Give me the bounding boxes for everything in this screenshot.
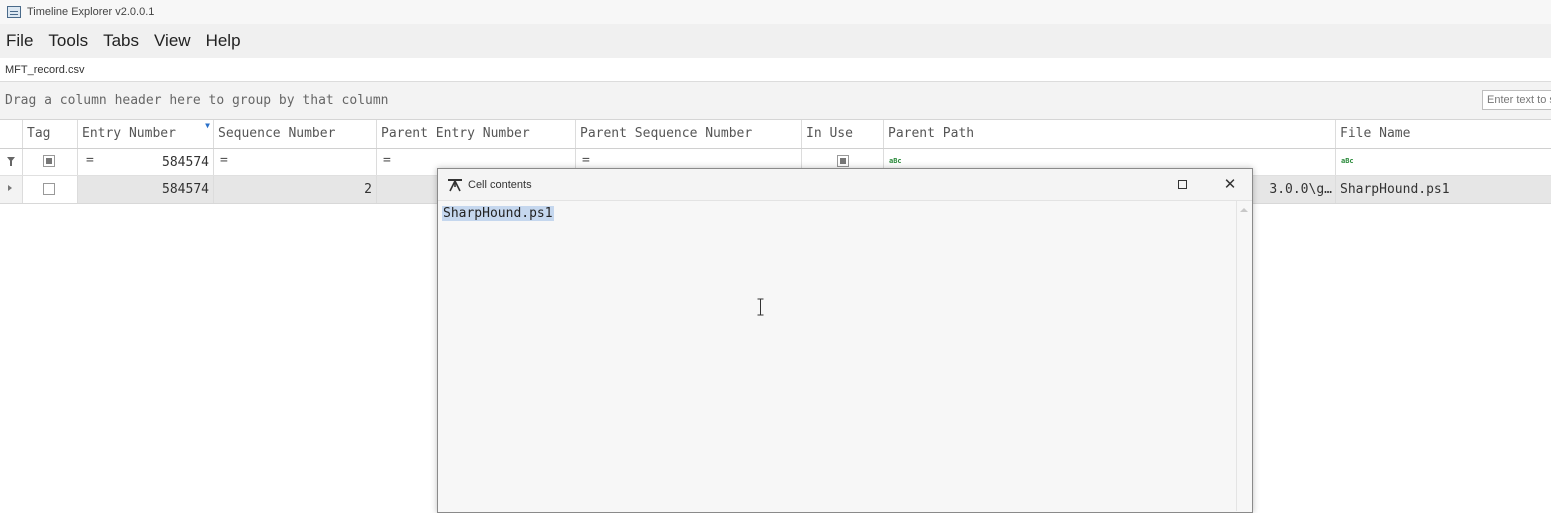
cell-entry-number[interactable]: 584574 [77, 176, 213, 203]
column-header-sequence-number[interactable]: Sequence Number [213, 120, 376, 148]
filter-tag[interactable] [22, 149, 78, 175]
filter-entry-number[interactable]: = 584574 [77, 149, 213, 175]
filter-tag-checkbox[interactable] [43, 155, 55, 167]
grid-header: Tag Entry Number ▼ Sequence Number Paren… [0, 120, 1551, 149]
column-header-entry-number[interactable]: Entry Number ▼ [77, 120, 213, 148]
window-title: Timeline Explorer v2.0.0.1 [27, 6, 155, 18]
vertical-scrollbar[interactable] [1236, 201, 1251, 511]
menu-bar: File Tools Tabs View Help [0, 24, 1551, 59]
filter-file-name[interactable]: aBc [1335, 149, 1551, 175]
filter-entry-number-value: 584574 [162, 155, 209, 170]
text-cursor-icon [757, 298, 764, 316]
row-indicator-header [0, 120, 23, 148]
maximize-icon [1177, 180, 1187, 189]
filter-operator-equals: = [86, 153, 94, 168]
title-bar: Timeline Explorer v2.0.0.1 [0, 0, 1551, 24]
filter-operator-equals: = [582, 153, 590, 168]
close-icon: ✕ [1223, 176, 1237, 193]
dialog-title: Cell contents [468, 179, 532, 191]
cell-contents-dialog: Cell contents ✕ SharpHound.ps1 [437, 168, 1253, 513]
tab-mft-record[interactable]: MFT_record.csv [5, 64, 84, 76]
column-header-parent-sequence-number[interactable]: Parent Sequence Number [575, 120, 802, 148]
tab-bar: MFT_record.csv [0, 58, 1551, 82]
text-filter-icon: aBc [889, 157, 902, 165]
menu-help[interactable]: Help [206, 31, 241, 51]
column-header-in-use[interactable]: In Use [801, 120, 884, 148]
sort-indicator-icon: ▼ [205, 121, 210, 130]
selected-text: SharpHound.ps1 [442, 206, 554, 221]
close-button[interactable]: ✕ [1217, 175, 1243, 195]
search-input[interactable]: Enter text to search... [1482, 90, 1551, 110]
filter-row-indicator [0, 149, 23, 175]
filter-operator-equals: = [383, 153, 391, 168]
column-header-entry-number-label: Entry Number [82, 126, 176, 141]
menu-view[interactable]: View [154, 31, 191, 51]
maximize-button[interactable] [1169, 175, 1195, 195]
dialog-title-bar[interactable]: Cell contents ✕ [438, 169, 1252, 201]
group-by-hint: Drag a column header here to group by th… [5, 93, 389, 108]
menu-file[interactable]: File [6, 31, 33, 51]
menu-tools[interactable]: Tools [48, 31, 88, 51]
app-icon [7, 6, 21, 18]
filter-sequence-number[interactable]: = [213, 149, 376, 175]
column-header-tag[interactable]: Tag [22, 120, 78, 148]
cell-contents-textarea[interactable]: SharpHound.ps1 [442, 204, 1232, 504]
cell-file-name[interactable]: SharpHound.ps1 [1335, 176, 1551, 203]
row-indicator[interactable] [0, 176, 23, 203]
filter-icon [7, 157, 15, 166]
scroll-up-icon[interactable] [1240, 208, 1248, 212]
menu-tabs[interactable]: Tabs [103, 31, 139, 51]
filter-in-use-checkbox[interactable] [837, 155, 849, 167]
telescope-icon [448, 179, 462, 192]
text-filter-icon: aBc [1341, 157, 1354, 165]
column-header-parent-path[interactable]: Parent Path [883, 120, 1336, 148]
tag-checkbox[interactable] [43, 183, 55, 195]
group-by-panel[interactable]: Drag a column header here to group by th… [0, 82, 1551, 120]
row-expand-icon [8, 185, 12, 191]
column-header-file-name[interactable]: File Name [1335, 120, 1551, 148]
cell-sequence-number[interactable]: 2 [213, 176, 376, 203]
cell-tag[interactable] [22, 176, 78, 203]
column-header-parent-entry-number[interactable]: Parent Entry Number [376, 120, 576, 148]
filter-operator-equals: = [220, 153, 228, 168]
